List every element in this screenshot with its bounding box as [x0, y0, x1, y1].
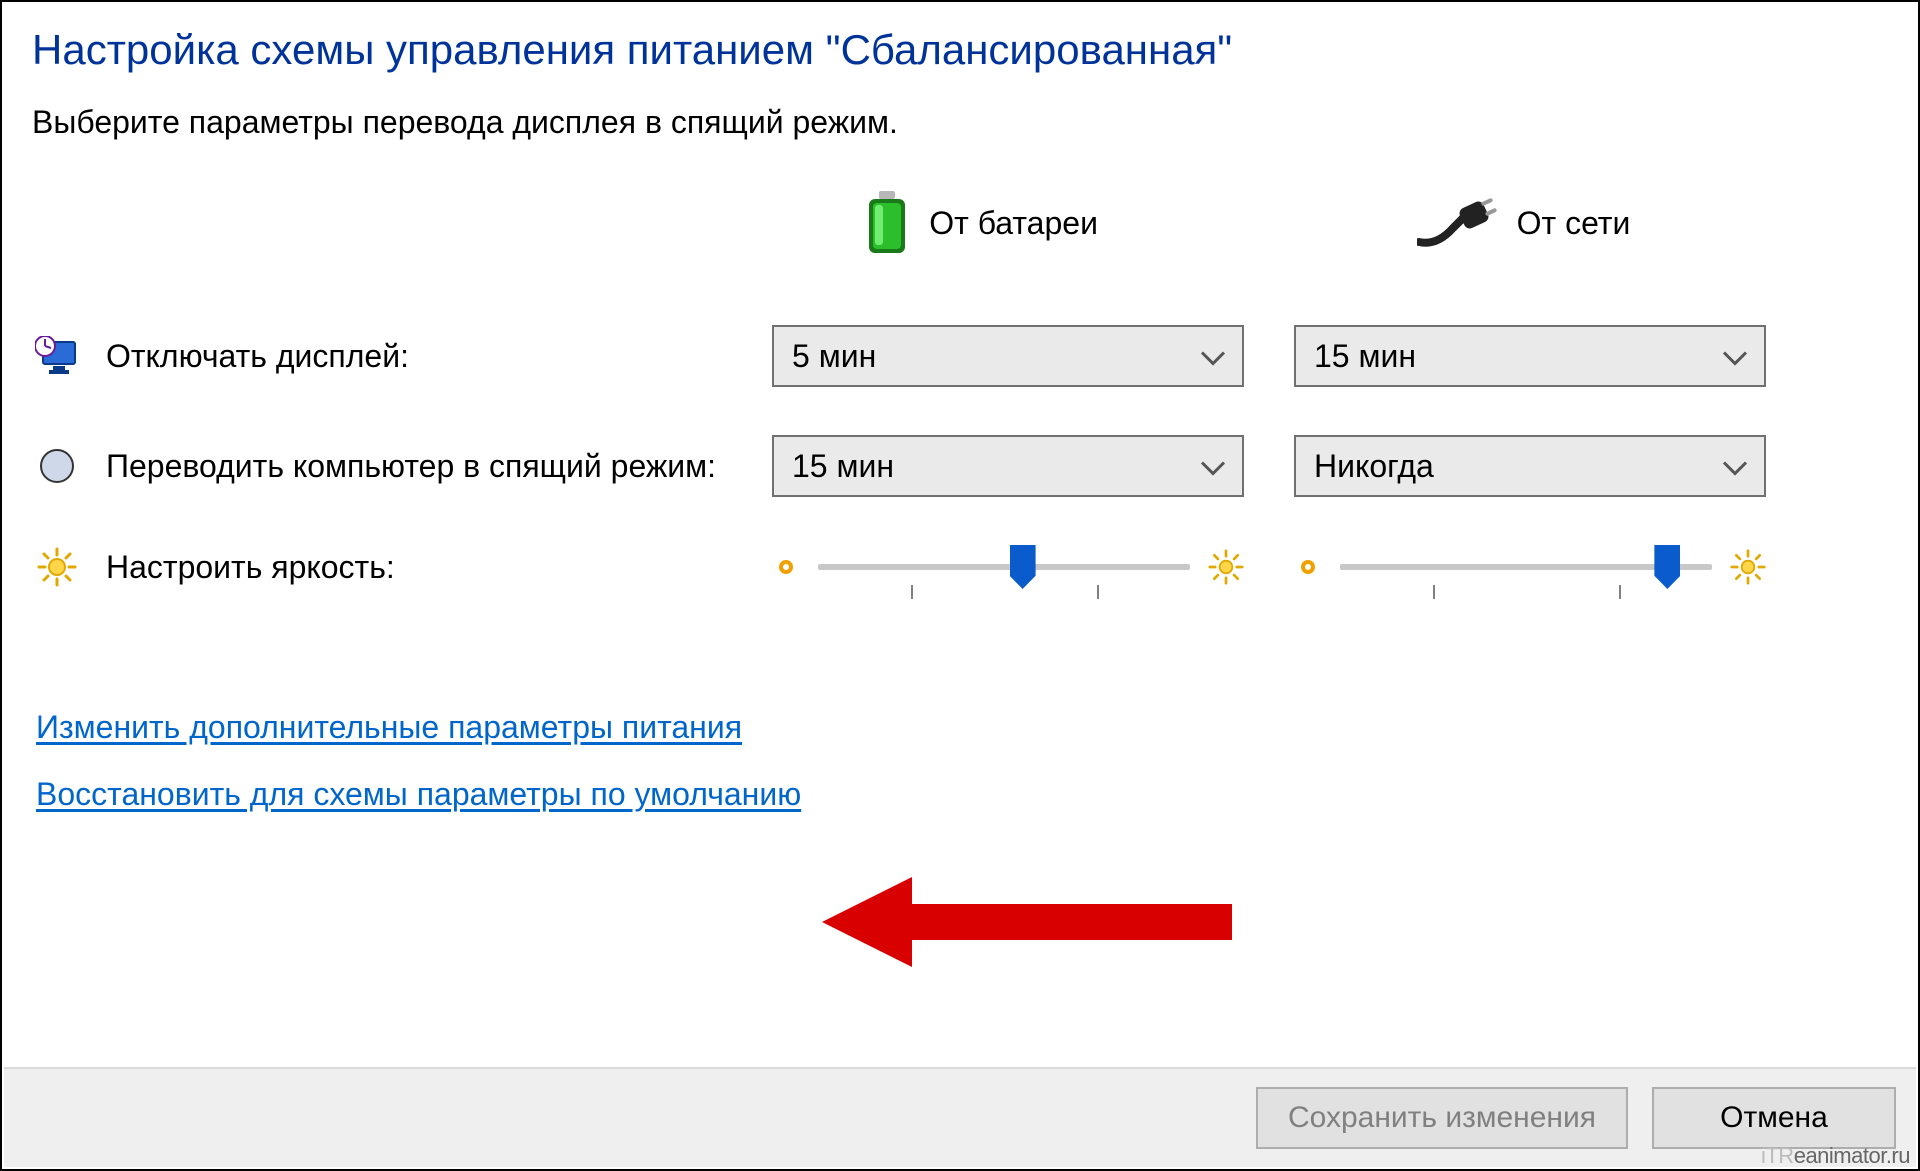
watermark: iTReanimator.ru	[1761, 1143, 1910, 1169]
chevron-down-icon	[1722, 338, 1748, 375]
select-sleep-battery[interactable]: 15 мин	[772, 435, 1244, 497]
chevron-down-icon	[1722, 448, 1748, 485]
col-head-battery-label: От батареи	[929, 205, 1098, 242]
row-brightness-label-wrap: Настроить яркость:	[32, 547, 772, 587]
slider-brightness-battery[interactable]	[772, 545, 1244, 589]
sun-small-icon	[1294, 553, 1322, 581]
moon-icon	[32, 446, 82, 486]
select-display-off-battery[interactable]: 5 мин	[772, 325, 1244, 387]
page-title: Настройка схемы управления питанием "Сба…	[32, 26, 1888, 74]
sun-large-icon	[1208, 549, 1244, 585]
select-sleep-battery-value: 15 мин	[792, 448, 894, 485]
slider-brightness-plugged[interactable]	[1294, 545, 1766, 589]
sun-large-icon	[1730, 549, 1766, 585]
select-display-off-battery-value: 5 мин	[792, 338, 876, 375]
row-display-off-label-wrap: Отключать дисплей:	[32, 336, 772, 376]
row-sleep-label-wrap: Переводить компьютер в спящий режим:	[32, 446, 772, 486]
select-sleep-plugged[interactable]: Никогда	[1294, 435, 1766, 497]
col-head-plugged: От сети	[1337, 198, 1888, 248]
save-button: Сохранить изменения	[1256, 1087, 1628, 1149]
select-sleep-plugged-value: Никогда	[1314, 448, 1434, 485]
cancel-button[interactable]: Отмена	[1652, 1087, 1896, 1149]
row-brightness-label: Настроить яркость:	[106, 549, 395, 586]
sun-small-icon	[772, 553, 800, 581]
row-display-off-label: Отключать дисплей:	[106, 338, 409, 375]
slider-thumb-plugged[interactable]	[1654, 545, 1680, 589]
row-sleep: Переводить компьютер в спящий режим: 15 …	[32, 435, 1888, 497]
row-brightness: Настроить яркость:	[32, 545, 1888, 589]
monitor-clock-icon	[32, 336, 82, 376]
link-advanced-power-settings[interactable]: Изменить дополнительные параметры питани…	[36, 709, 742, 746]
battery-icon	[865, 191, 909, 255]
sun-icon	[32, 547, 82, 587]
slider-thumb-battery[interactable]	[1010, 545, 1036, 589]
dialog-footer: Сохранить изменения Отмена	[4, 1067, 1916, 1167]
col-head-battery: От батареи	[765, 191, 1336, 255]
col-head-plugged-label: От сети	[1517, 205, 1631, 242]
row-display-off: Отключать дисплей: 5 мин 15 мин	[32, 325, 1888, 387]
select-display-off-plugged-value: 15 мин	[1314, 338, 1416, 375]
annotation-arrow	[822, 872, 1242, 997]
select-display-off-plugged[interactable]: 15 мин	[1294, 325, 1766, 387]
page-subtitle: Выберите параметры перевода дисплея в сп…	[32, 104, 1888, 141]
chevron-down-icon	[1200, 448, 1226, 485]
plug-icon	[1417, 198, 1497, 248]
column-headers: От батареи От сети	[32, 191, 1888, 255]
chevron-down-icon	[1200, 338, 1226, 375]
link-restore-defaults[interactable]: Восстановить для схемы параметры по умол…	[36, 776, 801, 813]
row-sleep-label: Переводить компьютер в спящий режим:	[106, 447, 716, 485]
